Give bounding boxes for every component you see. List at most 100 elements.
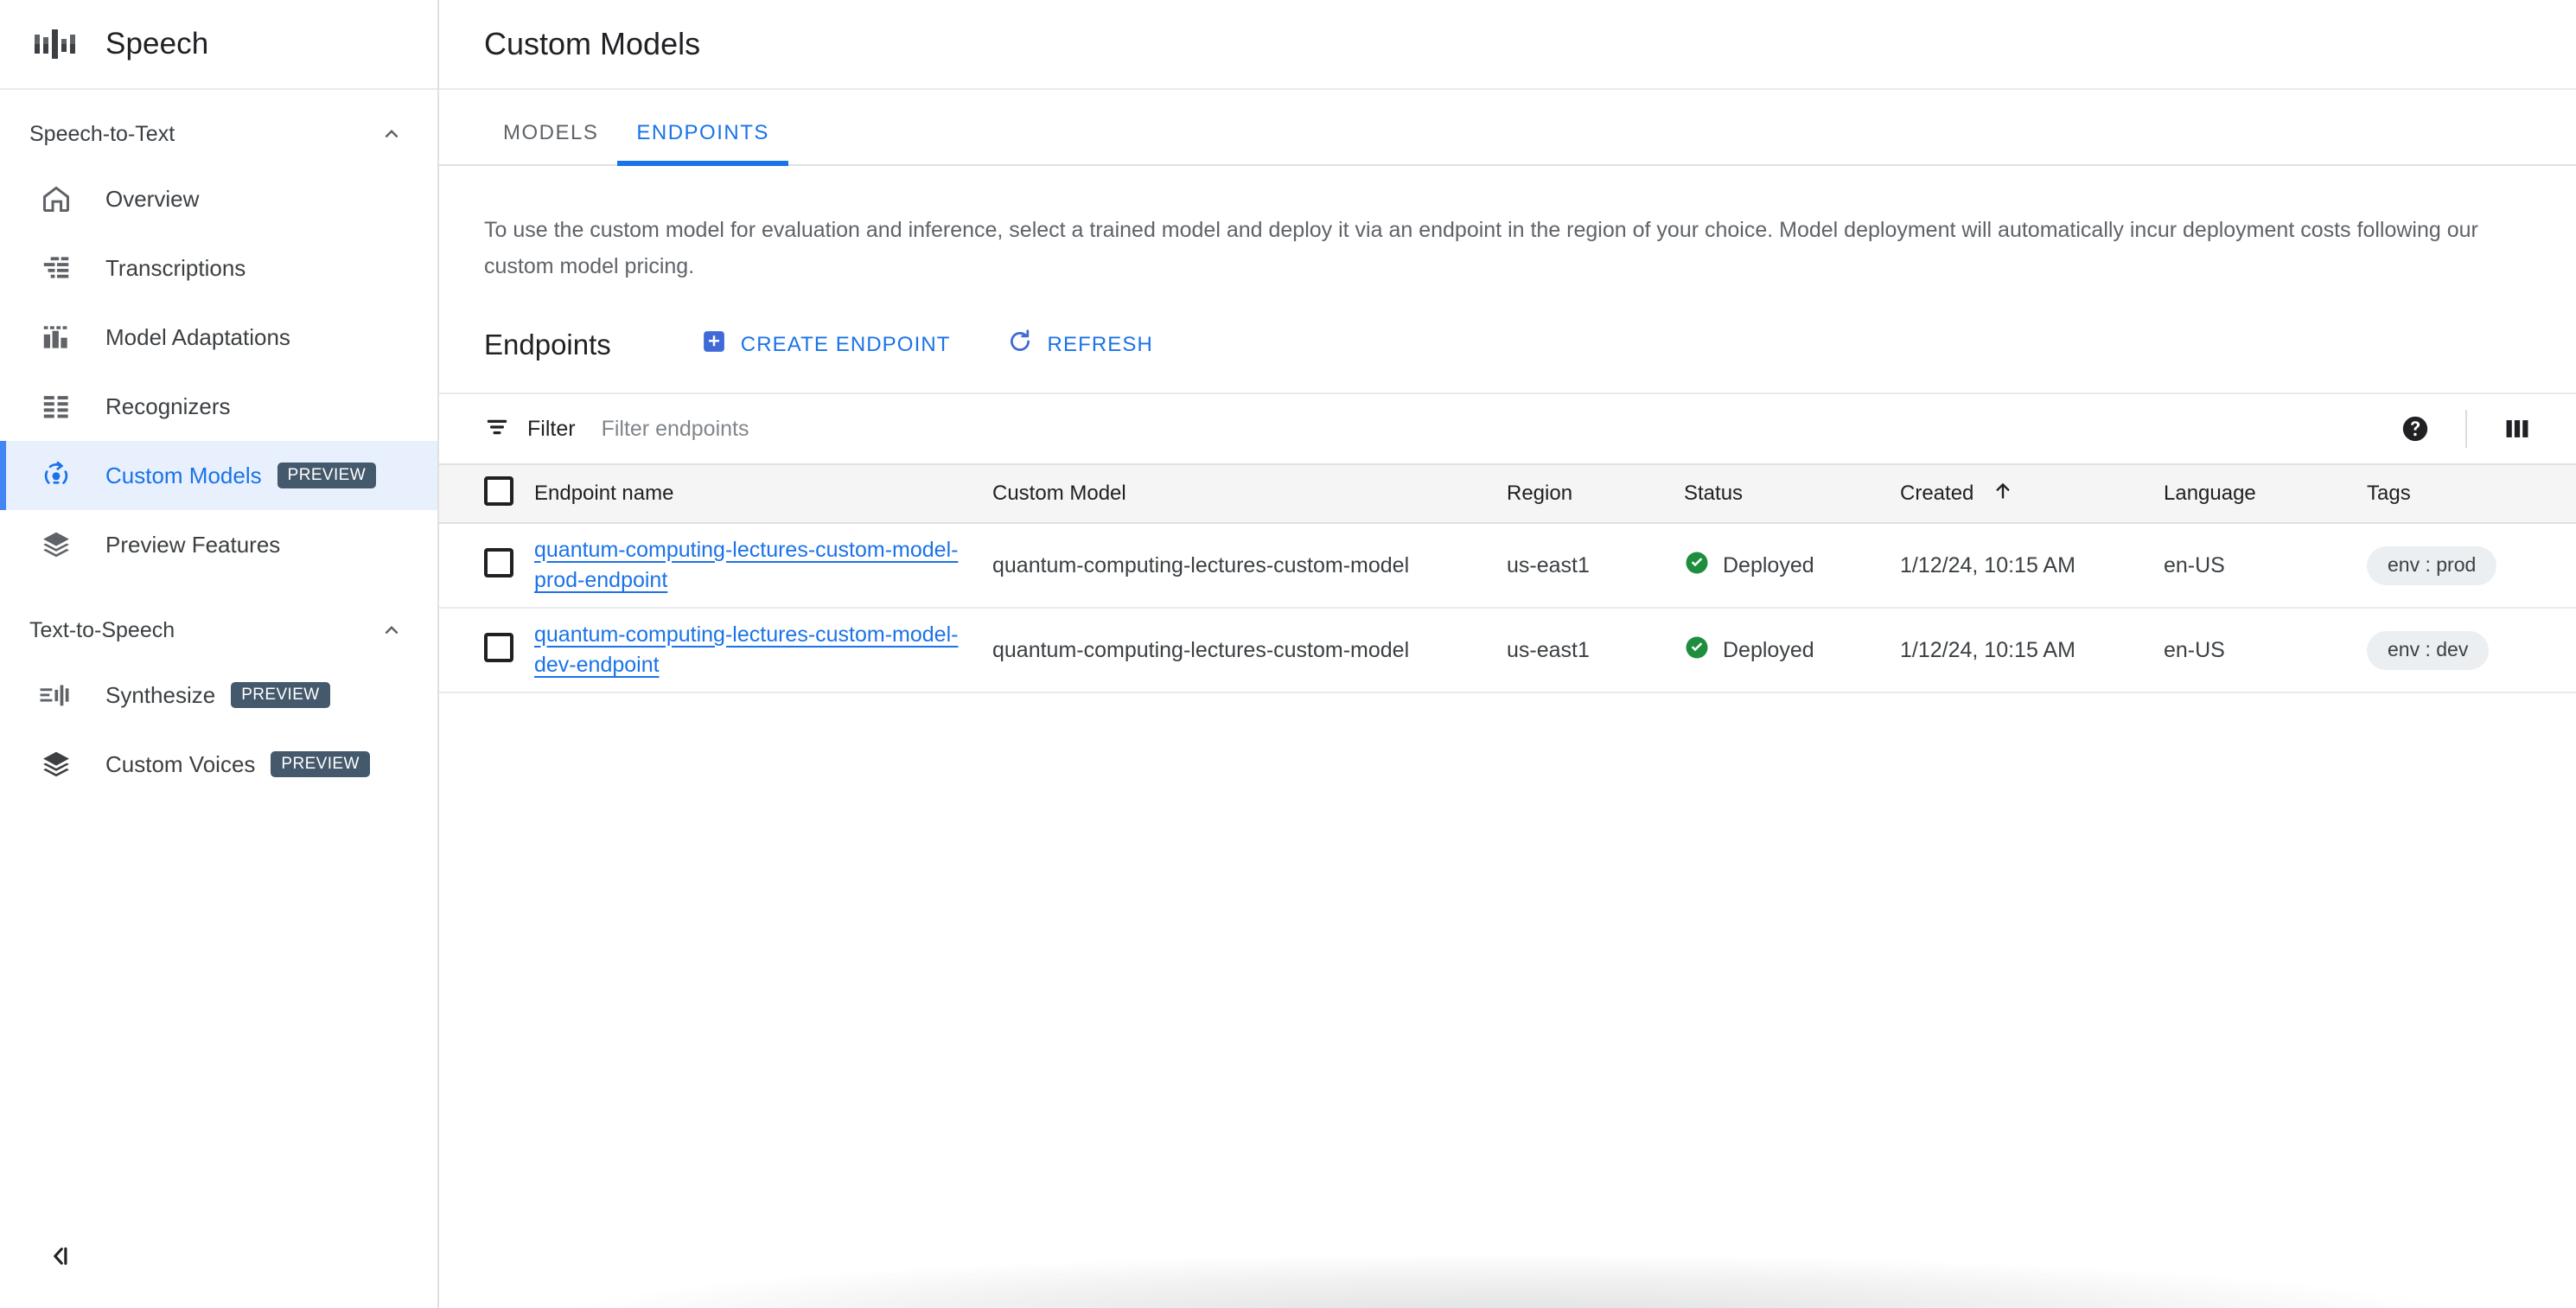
header-custom-model[interactable]: Custom Model [992, 463, 1507, 524]
create-endpoint-button[interactable]: CREATE ENDPOINT [689, 320, 963, 369]
row-select-checkbox[interactable] [484, 632, 513, 662]
sidebar-item-label: Overview [105, 185, 200, 212]
table-row[interactable]: quantum-computing-lectures-custom-model-… [439, 523, 2576, 609]
brand-header: Speech [0, 0, 437, 90]
add-box-icon [701, 329, 727, 360]
sidebar-item-label: Model Adaptations [105, 323, 290, 350]
transcription-icon [29, 252, 83, 284]
sidebar-item-overview[interactable]: Overview [0, 164, 437, 233]
sidebar: Speech Speech-to-Text Overview Transcrip… [0, 0, 439, 1308]
endpoint-name-link[interactable]: quantum-computing-lectures-custom-model-… [534, 535, 966, 597]
header-created-label: Created [1900, 481, 1974, 505]
bottom-shadow [439, 1247, 2576, 1308]
cell-custom-model: quantum-computing-lectures-custom-model [992, 523, 1507, 609]
sidebar-item-transcriptions[interactable]: Transcriptions [0, 233, 437, 303]
header-status[interactable]: Status [1684, 463, 1900, 524]
sidebar-item-label: Recognizers [105, 392, 231, 419]
filter-icon [484, 414, 510, 444]
table-row[interactable]: quantum-computing-lectures-custom-model-… [439, 608, 2576, 693]
nav-section-text-to-speech-header[interactable]: Text-to-Speech [0, 600, 437, 660]
sidebar-footer [0, 1204, 437, 1308]
preview-badge: PREVIEW [271, 751, 370, 777]
refresh-icon [1006, 328, 1034, 361]
main-content: Custom Models MODELS ENDPOINTS To use th… [439, 0, 2576, 1308]
synthesize-waveform-icon [29, 679, 83, 711]
sidebar-item-label: Preview Features [105, 531, 281, 558]
page-title: Custom Models [484, 26, 701, 61]
sidebar-item-label: Custom Models [105, 462, 262, 488]
app-root: Speech Speech-to-Text Overview Transcrip… [0, 0, 2576, 1308]
section-title: Endpoints [484, 328, 611, 360]
tab-endpoints[interactable]: ENDPOINTS [617, 121, 788, 166]
table-body: quantum-computing-lectures-custom-model-… [439, 523, 2576, 693]
endpoint-name-link[interactable]: quantum-computing-lectures-custom-model-… [534, 620, 966, 681]
sidebar-item-label: Transcriptions [105, 254, 246, 281]
brand-title: Speech [105, 27, 209, 61]
arrow-up-icon [1992, 480, 2014, 508]
layers-icon [29, 748, 83, 781]
cell-created: 1/12/24, 10:15 AM [1900, 608, 2164, 693]
cell-tags: env : dev [2367, 608, 2576, 693]
lightbulb-refresh-icon [29, 459, 83, 492]
cell-custom-model: quantum-computing-lectures-custom-model [992, 608, 1507, 693]
preview-badge: PREVIEW [277, 463, 377, 488]
nav-section-speech-to-text-header[interactable]: Speech-to-Text [0, 104, 437, 164]
sidebar-item-model-adaptations[interactable]: Model Adaptations [0, 303, 437, 372]
column-settings-icon[interactable] [2490, 401, 2545, 456]
filter-label: Filter [527, 416, 576, 441]
sidebar-item-synthesize[interactable]: Synthesize PREVIEW [0, 660, 437, 730]
header-tags[interactable]: Tags [2367, 463, 2576, 524]
filter-bar-actions [2388, 401, 2545, 456]
preview-badge: PREVIEW [231, 682, 330, 708]
row-checkbox-cell [439, 608, 534, 693]
select-all-checkbox[interactable] [484, 475, 513, 506]
check-circle-icon [1684, 550, 1710, 582]
list-grid-icon [29, 390, 83, 423]
collapse-panel-icon[interactable] [35, 1231, 85, 1281]
tab-models[interactable]: MODELS [484, 121, 617, 164]
sidebar-item-preview-features[interactable]: Preview Features [0, 510, 437, 579]
refresh-button[interactable]: REFRESH [994, 319, 1165, 370]
refresh-label: REFRESH [1047, 332, 1153, 356]
filter-input[interactable] [601, 416, 1224, 442]
sidebar-item-recognizers[interactable]: Recognizers [0, 372, 437, 441]
tab-bar: MODELS ENDPOINTS [439, 90, 2576, 166]
chevron-up-icon[interactable] [377, 119, 406, 149]
filter-bar: Filter [439, 392, 2576, 463]
sidebar-item-custom-voices[interactable]: Custom Voices PREVIEW [0, 730, 437, 799]
page-header: Custom Models [439, 0, 2576, 90]
tag-chip: env : prod [2367, 546, 2497, 585]
status-badge: Deployed [1684, 635, 1900, 667]
check-circle-icon [1684, 635, 1710, 667]
cell-tags: env : prod [2367, 523, 2576, 609]
filter-control[interactable]: Filter [484, 414, 576, 444]
tag-chip: env : dev [2367, 630, 2490, 670]
endpoints-table: Endpoint name Custom Model Region Status… [439, 463, 2576, 693]
row-checkbox-cell [439, 523, 534, 609]
help-circle-icon[interactable] [2388, 401, 2443, 456]
bar-chart-icon [29, 321, 83, 354]
cell-language: en-US [2164, 523, 2367, 609]
endpoints-section-bar: Endpoints CREATE ENDPOINT REFRESH [439, 284, 2576, 392]
cell-endpoint-name: quantum-computing-lectures-custom-model-… [534, 608, 992, 693]
chevron-up-icon[interactable] [377, 616, 406, 645]
nav-section-title: Speech-to-Text [29, 121, 175, 146]
status-label: Deployed [1723, 552, 1814, 577]
header-language[interactable]: Language [2164, 463, 2367, 524]
status-label: Deployed [1723, 637, 1814, 662]
cell-region: us-east1 [1507, 523, 1684, 609]
table-header-row: Endpoint name Custom Model Region Status… [439, 463, 2576, 524]
table-header: Endpoint name Custom Model Region Status… [439, 463, 2576, 524]
create-endpoint-label: CREATE ENDPOINT [740, 332, 951, 356]
page-description: To use the custom model for evaluation a… [484, 218, 2478, 278]
speech-waveform-icon [29, 21, 83, 67]
cell-endpoint-name: quantum-computing-lectures-custom-model-… [534, 523, 992, 609]
header-region[interactable]: Region [1507, 463, 1684, 524]
row-select-checkbox[interactable] [484, 547, 513, 577]
cell-language: en-US [2164, 608, 2367, 693]
sidebar-item-custom-models[interactable]: Custom Models PREVIEW [0, 441, 437, 510]
header-created[interactable]: Created [1900, 463, 2164, 524]
header-endpoint-name[interactable]: Endpoint name [534, 463, 992, 524]
cell-status: Deployed [1684, 608, 1900, 693]
cell-region: us-east1 [1507, 608, 1684, 693]
